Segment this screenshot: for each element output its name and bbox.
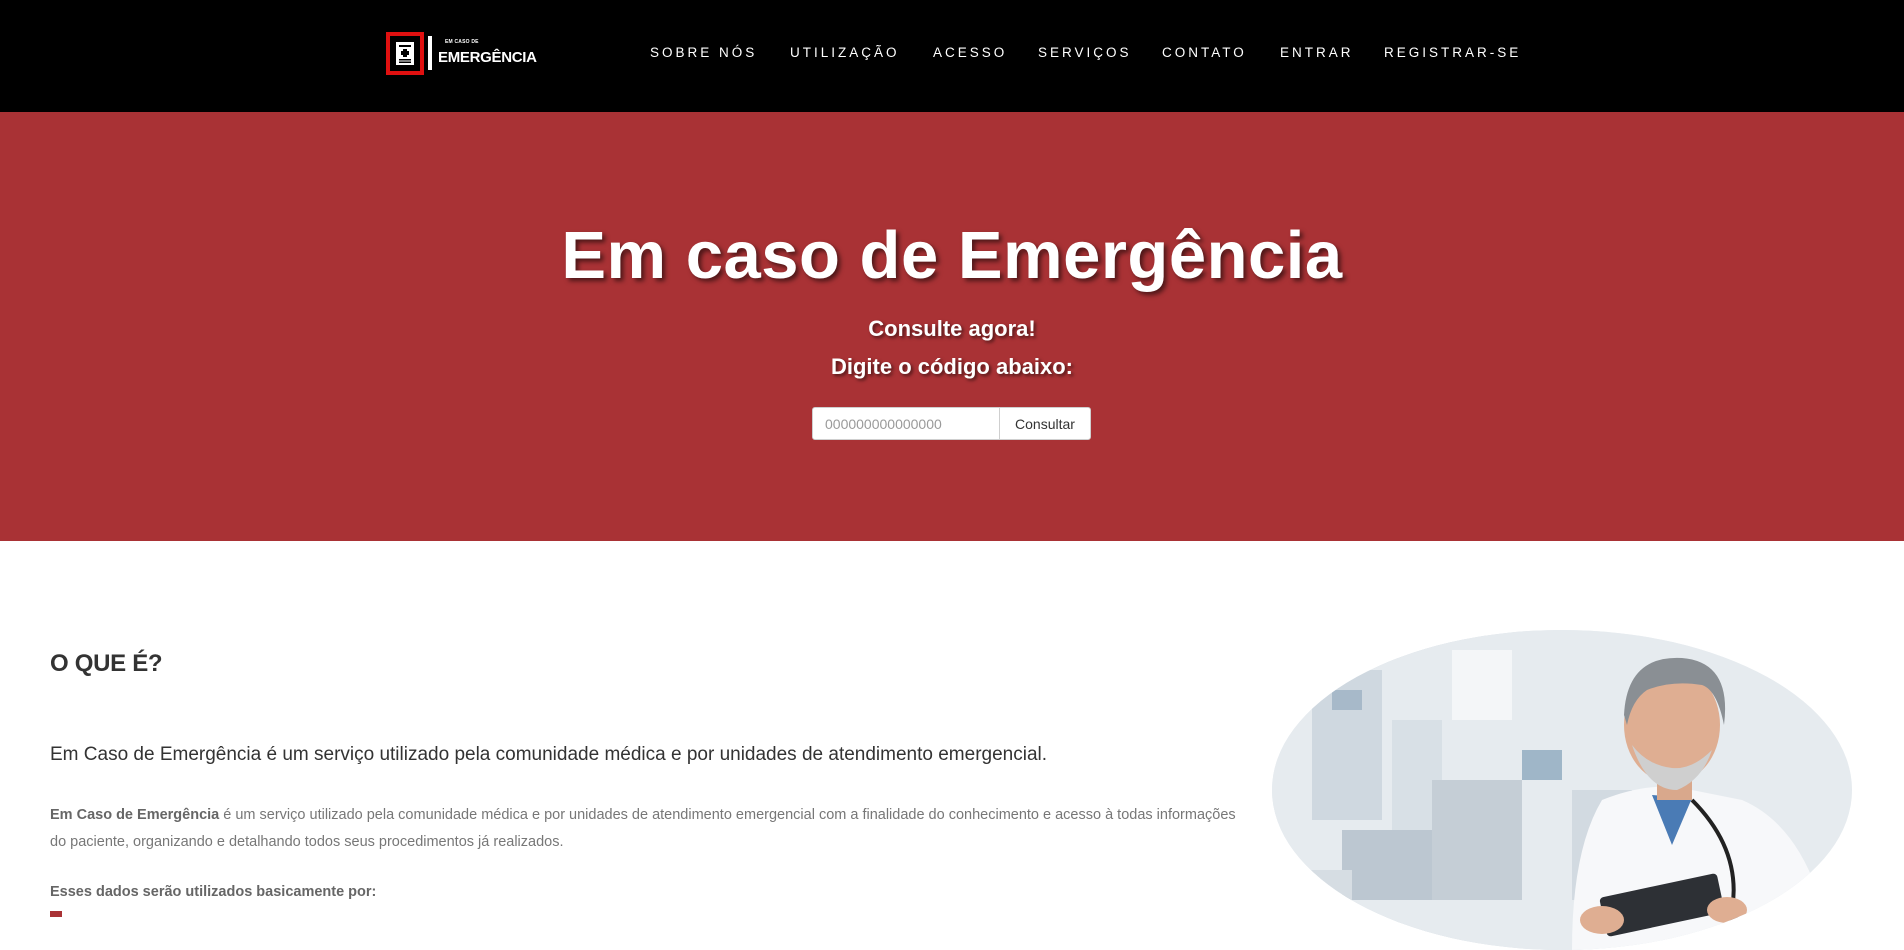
hero-subtitle: Consulte agora! [868,316,1036,341]
nav-item-utilizacao[interactable]: UTILIZAÇÃO [790,45,900,60]
lead-paragraph: Em Caso de Emergência é um serviço utili… [50,744,1048,765]
body-rest-text: é um serviço utilizado pela comunidade m… [50,807,1236,850]
nav-item-entrar[interactable]: ENTRAR [1280,45,1354,60]
hero-section: Em caso de Emergência Consulte agora! Di… [0,112,1904,541]
nav-item-acesso[interactable]: ACESSO [933,45,1007,60]
logo-divider [428,36,432,70]
uses-title: Esses dados serão utilizados basicamente… [50,884,377,900]
section-title: O QUE É? [50,650,163,677]
code-input[interactable] [813,408,999,439]
nav-item-sobre-nos[interactable]: SOBRE NÓS [650,45,757,60]
bullet-icon [50,911,62,917]
body-bold-text: Em Caso de Emergência [50,807,220,823]
code-search-group: Consultar [812,407,1091,440]
nav-item-contato[interactable]: CONTATO [1162,45,1247,60]
hero-title: Em caso de Emergência [561,218,1343,293]
site-logo[interactable]: EM CASO DE EMERGÊNCIA [386,32,537,78]
body-paragraph: Em Caso de Emergência é um serviço utili… [50,802,1250,856]
hero-instruction: Digite o código abaixo: [830,354,1073,379]
navbar: EM CASO DE EMERGÊNCIA SOBRE NÓS UTILIZAÇ… [0,0,1904,112]
logo-small-text: EM CASO DE [445,39,479,45]
document-icon [386,32,424,75]
doctor-image [1272,630,1852,950]
nav-item-registrar[interactable]: REGISTRAR-SE [1384,45,1521,60]
consultar-button[interactable]: Consultar [999,408,1090,439]
nav-item-servicos[interactable]: SERVIÇOS [1038,45,1132,60]
logo-title: EMERGÊNCIA [438,49,537,66]
